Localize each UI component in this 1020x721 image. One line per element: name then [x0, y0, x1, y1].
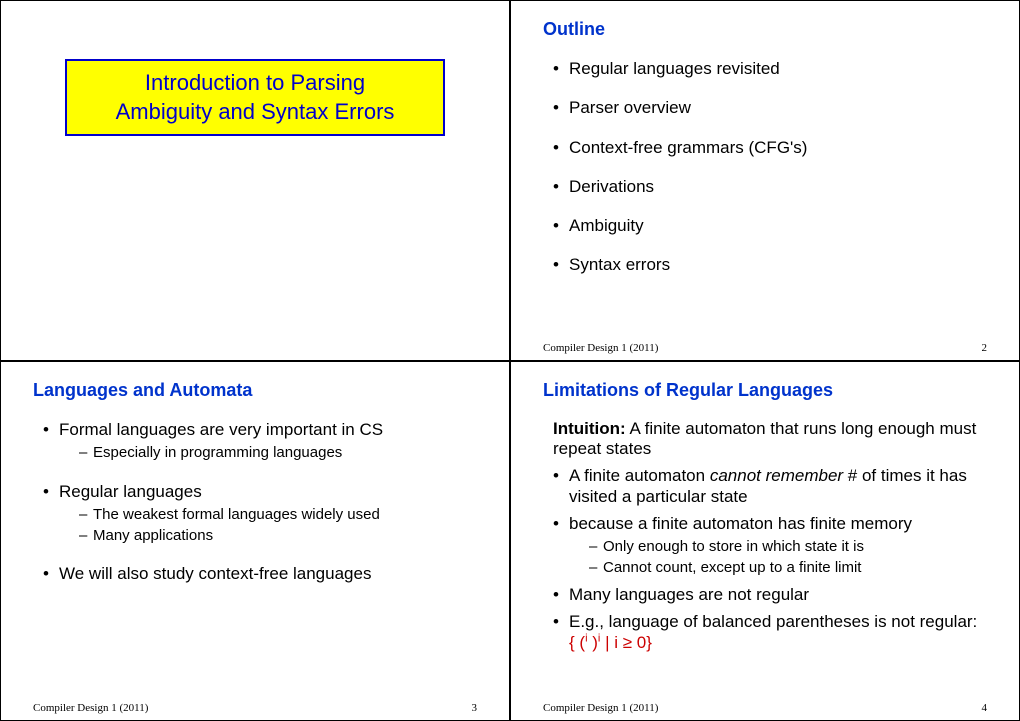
list-item: Ambiguity	[553, 215, 987, 236]
slide-footer: Compiler Design 1 (2011) 3	[33, 702, 477, 714]
slide-title: Limitations of Regular Languages	[543, 380, 987, 401]
list-item: Parser overview	[553, 97, 987, 118]
sub-item: Cannot count, except up to a finite limi…	[589, 559, 987, 578]
s4-list: A finite automaton cannot remember # of …	[543, 465, 987, 660]
bullet-text: Formal languages are very important in C…	[59, 420, 383, 439]
list-item: Formal languages are very important in C…	[43, 419, 477, 463]
list-item: Many languages are not regular	[553, 584, 987, 605]
list-item: We will also study context-free language…	[43, 563, 477, 584]
slide-title: Outline	[543, 19, 987, 40]
sub-item: Only enough to store in which state it i…	[589, 538, 987, 557]
formula: { (i )i | i ≥ 0}	[569, 633, 652, 652]
slide-1: Introduction to Parsing Ambiguity and Sy…	[0, 0, 510, 361]
list-item: Regular languages The weakest formal lan…	[43, 481, 477, 546]
slide-title: Languages and Automata	[33, 380, 477, 401]
footer-course: Compiler Design 1 (2011)	[33, 702, 148, 714]
bullet-text: because a finite automaton has finite me…	[569, 514, 912, 533]
list-item: E.g., language of balanced parentheses i…	[553, 611, 987, 654]
slide-footer: Compiler Design 1 (2011) 4	[543, 702, 987, 714]
intuition-label: Intuition:	[553, 419, 626, 438]
bullet-text: A finite automaton	[569, 466, 710, 485]
sub-list: The weakest formal languages widely used…	[59, 506, 477, 546]
bullet-text: We will also study context-free language…	[59, 564, 371, 583]
intuition-line: Intuition: A finite automaton that runs …	[543, 419, 987, 459]
list-item: Syntax errors	[553, 254, 987, 275]
footer-page: 3	[472, 702, 478, 714]
sub-list: Only enough to store in which state it i…	[569, 538, 987, 578]
list-item: Context-free grammars (CFG's)	[553, 137, 987, 158]
bullet-text: Many languages are not regular	[569, 585, 809, 604]
title-line-2: Ambiguity and Syntax Errors	[81, 98, 429, 127]
footer-course: Compiler Design 1 (2011)	[543, 342, 658, 354]
list-item: Regular languages revisited	[553, 58, 987, 79]
slide-3: Languages and Automata Formal languages …	[0, 361, 510, 721]
slide-2: Outline Regular languages revisited Pars…	[510, 0, 1020, 361]
list-item: Derivations	[553, 176, 987, 197]
slide-4: Limitations of Regular Languages Intuiti…	[510, 361, 1020, 721]
bullet-text: Regular languages	[59, 482, 202, 501]
footer-page: 2	[982, 342, 988, 354]
bullet-text: E.g., language of balanced parentheses i…	[569, 612, 977, 631]
slide-footer: Compiler Design 1 (2011) 2	[543, 342, 987, 354]
sub-item: The weakest formal languages widely used	[79, 506, 477, 525]
sub-item: Many applications	[79, 527, 477, 546]
list-item: A finite automaton cannot remember # of …	[553, 465, 987, 508]
outline-list: Regular languages revisited Parser overv…	[543, 58, 987, 294]
footer-page: 4	[982, 702, 988, 714]
sub-item: Especially in programming languages	[79, 444, 477, 463]
title-box: Introduction to Parsing Ambiguity and Sy…	[65, 59, 445, 136]
s3-list: Formal languages are very important in C…	[33, 419, 477, 603]
footer-course: Compiler Design 1 (2011)	[543, 702, 658, 714]
bullet-italic: cannot remember	[710, 466, 848, 485]
list-item: because a finite automaton has finite me…	[553, 513, 987, 578]
sub-list: Especially in programming languages	[59, 444, 477, 463]
title-line-1: Introduction to Parsing	[81, 69, 429, 98]
slides-grid: Introduction to Parsing Ambiguity and Sy…	[0, 0, 1020, 721]
